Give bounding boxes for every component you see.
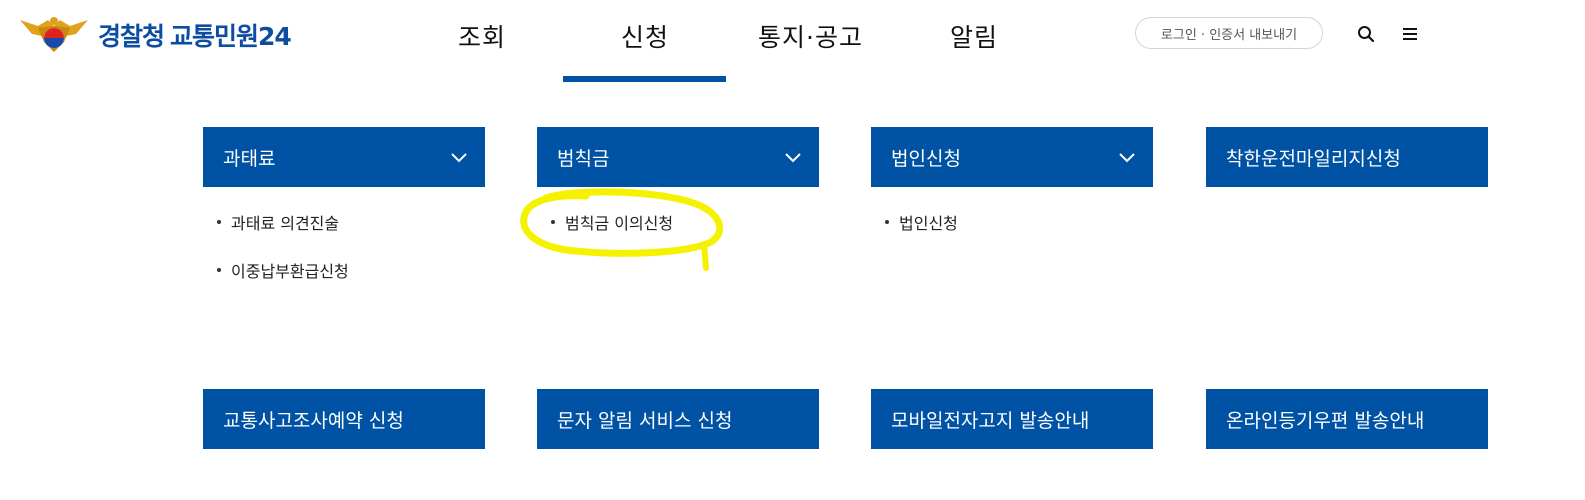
submenu-fine-opinion[interactable]: 과태료 의견진술 [217, 210, 339, 234]
chevron-down-icon [1119, 153, 1135, 163]
nav-alerts[interactable]: 알림 [950, 18, 998, 54]
menu-mileage-title: 착한운전마일리지신청 [1226, 147, 1401, 170]
menu-mileage-header[interactable]: 착한운전마일리지신청 [1206, 127, 1488, 187]
search-icon[interactable] [1356, 24, 1376, 44]
police-emblem-icon [20, 17, 88, 52]
nav-apply[interactable]: 신청 [621, 18, 669, 54]
menu-sms-alert-header[interactable]: 문자 알림 서비스 신청 [537, 389, 819, 449]
menu-registered-mail-title: 온라인등기우편 발송안내 [1226, 409, 1425, 432]
submenu-corporate-apply[interactable]: 법인신청 [885, 210, 958, 234]
site-logo[interactable]: 경찰청 교통민원24 [18, 12, 292, 58]
submenu-label: 범칙금 이의신청 [565, 214, 674, 233]
logo-text-org: 경찰청 [98, 22, 165, 51]
logo-text-service: 교통민원24 [170, 22, 292, 51]
menu-fine-header[interactable]: 과태료 [203, 127, 485, 187]
chevron-down-icon [451, 153, 467, 163]
bullet-icon [885, 220, 889, 224]
menu-fine-title: 과태료 [223, 147, 276, 170]
bullet-icon [217, 220, 221, 224]
menu-accident-reservation-header[interactable]: 교통사고조사예약 신청 [203, 389, 485, 449]
nav-active-indicator [563, 76, 726, 82]
menu-corporate-title: 법인신청 [891, 147, 961, 170]
bullet-icon [551, 220, 555, 224]
nav-notice[interactable]: 통지·공고 [758, 18, 863, 54]
logo-text: 경찰청 교통민원24 [98, 17, 292, 53]
chevron-down-icon [785, 153, 801, 163]
submenu-double-payment-refund[interactable]: 이중납부환급신청 [217, 258, 349, 282]
submenu-label: 과태료 의견진술 [231, 214, 340, 233]
submenu-penalty-objection[interactable]: 범칙금 이의신청 [551, 210, 673, 234]
submenu-label: 이중납부환급신청 [231, 262, 349, 281]
menu-penalty-title: 범칙금 [557, 147, 610, 170]
menu-accident-reservation-title: 교통사고조사예약 신청 [223, 409, 404, 432]
submenu-label: 법인신청 [899, 214, 958, 233]
menu-corporate-header[interactable]: 법인신청 [871, 127, 1153, 187]
nav-inquiry[interactable]: 조회 [458, 18, 506, 54]
menu-icon[interactable] [1400, 24, 1420, 44]
bullet-icon [217, 268, 221, 272]
menu-mobile-notice-title: 모바일전자고지 발송안내 [891, 409, 1090, 432]
menu-sms-alert-title: 문자 알림 서비스 신청 [557, 409, 733, 432]
menu-mobile-notice-header[interactable]: 모바일전자고지 발송안내 [871, 389, 1153, 449]
menu-penalty-header[interactable]: 범칙금 [537, 127, 819, 187]
menu-registered-mail-header[interactable]: 온라인등기우편 발송안내 [1206, 389, 1488, 449]
login-certificate-button[interactable]: 로그인 · 인증서 내보내기 [1135, 17, 1323, 49]
